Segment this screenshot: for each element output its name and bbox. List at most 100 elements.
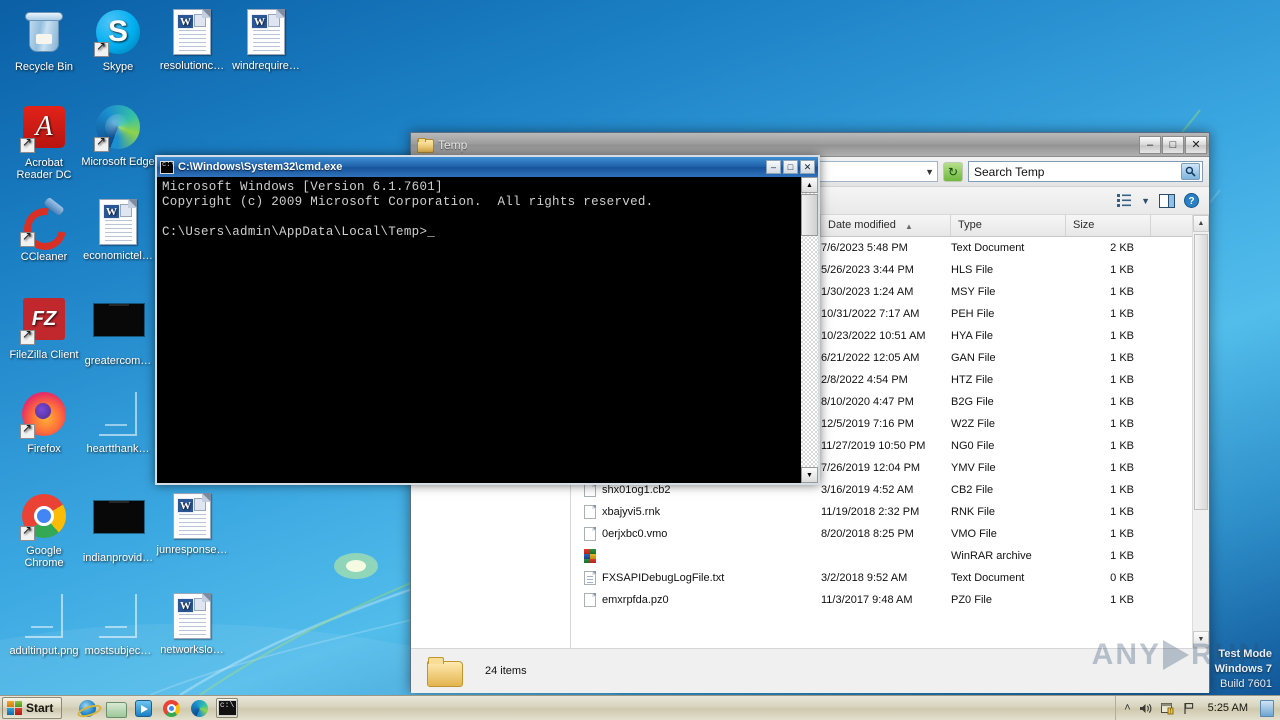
desktop-icon-economictel[interactable]: Weconomictel…: [80, 198, 156, 262]
desktop-icon-label: greatercom…: [84, 355, 152, 367]
png-icon: [94, 594, 142, 642]
desktop-icon-skype[interactable]: Skype: [80, 8, 156, 73]
address-dropdown-icon[interactable]: ▼: [925, 167, 934, 177]
desktop-icon-acrobat-reader-dc[interactable]: Acrobat Reader DC: [6, 103, 82, 181]
desktop-icon-adultinput-png[interactable]: adultinput.png: [6, 592, 82, 657]
search-placeholder: Search Temp: [974, 164, 1045, 179]
cmd-scrollbar[interactable]: ▲ ▼: [801, 177, 818, 483]
taskbar[interactable]: Start ˄ !: [0, 695, 1280, 720]
scroll-down-button[interactable]: ▼: [1193, 631, 1209, 648]
file-date-cell: 10/31/2022 7:17 AM: [821, 308, 920, 320]
preview-pane-icon[interactable]: [1159, 193, 1175, 208]
minimize-button[interactable]: –: [766, 160, 781, 174]
table-row[interactable]: WinRAR archive 1 KB: [571, 545, 1209, 567]
search-input[interactable]: Search Temp: [968, 161, 1203, 182]
table-row[interactable]: emxrpfda.pz0 11/3/2017 9:48 AM PZ0 File 1 K…: [571, 589, 1209, 611]
close-button[interactable]: ✕: [800, 160, 815, 174]
explorer-status-bar: 24 items: [411, 648, 1209, 693]
start-button[interactable]: Start: [2, 697, 63, 719]
desktop-icon-indianprovid[interactable]: indianprovid…: [80, 492, 156, 564]
table-row[interactable]: FXSAPIDebugLogFile.txt 3/2/2018 9:52 AM Te…: [571, 567, 1209, 589]
maximize-button[interactable]: □: [1162, 135, 1184, 154]
system-tray[interactable]: ˄ ! 5:25 AM: [1115, 695, 1280, 720]
sort-indicator-icon: ▲: [905, 222, 913, 231]
console-output[interactable]: Microsoft Windows [Version 6.1.7601] Cop…: [157, 177, 801, 483]
desktop-icon-windrequire[interactable]: Wwindrequire…: [228, 8, 304, 72]
file-type-cell: B2G File: [951, 396, 994, 408]
desktop-icon-ccleaner[interactable]: CCleaner: [6, 198, 82, 263]
file-name-cell[interactable]: FXSAPIDebugLogFile.txt: [571, 571, 821, 585]
file-date-cell: 8/10/2020 4:47 PM: [821, 396, 914, 408]
file-type-cell: CB2 File: [951, 484, 994, 496]
file-name-cell[interactable]: [571, 549, 821, 563]
file-name-cell[interactable]: xbajyvi5.rnk: [571, 505, 821, 519]
windows-media-player-icon[interactable]: [132, 698, 154, 718]
volume-icon[interactable]: [1139, 702, 1153, 715]
file-size-cell: 2 KB: [1110, 242, 1134, 254]
desktop-icon-firefox[interactable]: Firefox: [6, 390, 82, 455]
scrollbar-thumb[interactable]: [801, 194, 818, 236]
close-button[interactable]: ✕: [1185, 135, 1207, 154]
quick-launch-bar[interactable]: [76, 698, 239, 718]
png-icon: [94, 392, 142, 440]
explorer-window-controls[interactable]: – □ ✕: [1139, 135, 1207, 154]
file-name-cell[interactable]: emxrpfda.pz0: [571, 593, 821, 607]
internet-explorer-icon[interactable]: [76, 698, 98, 718]
google-chrome-icon[interactable]: [160, 698, 182, 718]
desktop-icon-recycle-bin[interactable]: Recycle Bin: [6, 8, 82, 73]
windows-explorer-icon[interactable]: [104, 698, 127, 718]
desktop-icon-greatercom[interactable]: greatercom…: [80, 295, 156, 367]
column-header-label: Size: [1073, 219, 1095, 231]
desktop-icon-junresponse[interactable]: Wjunresponse…: [154, 492, 230, 556]
scroll-up-button[interactable]: ▲: [1193, 215, 1209, 232]
maximize-button[interactable]: □: [783, 160, 798, 174]
command-prompt-taskbar-button[interactable]: [216, 698, 239, 718]
cmd-titlebar[interactable]: C:\Windows\System32\cmd.exe – □ ✕: [157, 157, 818, 177]
view-list-icon[interactable]: [1117, 194, 1132, 207]
scroll-up-button[interactable]: ▲: [801, 177, 818, 193]
file-date-cell: 3/16/2019 4:52 AM: [821, 484, 914, 496]
build-label: Build 7601: [1220, 678, 1272, 690]
help-icon[interactable]: ?: [1184, 193, 1199, 208]
action-center-icon[interactable]: !: [1160, 702, 1175, 715]
desktop-icon-heartthank[interactable]: heartthank…: [80, 390, 156, 455]
desktop-icon-label: Acrobat Reader DC: [16, 157, 72, 181]
windows-flag-icon: [7, 701, 22, 715]
scroll-down-button[interactable]: ▼: [801, 467, 818, 483]
desktop-icon-resolutionc[interactable]: Wresolutionc…: [154, 8, 230, 72]
command-prompt-window[interactable]: C:\Windows\System32\cmd.exe – □ ✕ Micros…: [155, 155, 820, 485]
clock[interactable]: 5:25 AM: [1204, 702, 1252, 714]
generic-file-icon: [584, 483, 596, 497]
file-name-cell[interactable]: shx01og1.cb2: [571, 483, 821, 497]
ccleaner-icon: [20, 200, 68, 248]
skype-icon: [94, 10, 142, 58]
search-icon[interactable]: [1181, 163, 1200, 180]
scrollbar-thumb[interactable]: [1194, 234, 1208, 510]
show-hidden-icons-button[interactable]: ˄: [1124, 702, 1130, 714]
refresh-button[interactable]: ↻: [943, 161, 963, 182]
desktop-icon-networkslo[interactable]: Wnetworkslo…: [154, 592, 230, 656]
show-desktop-button[interactable]: [1260, 699, 1274, 717]
word-icon: W: [168, 9, 216, 57]
table-row[interactable]: 0erjxbc0.vmo 8/20/2018 8:25 PM VMO File 1 K…: [571, 523, 1209, 545]
file-name-cell[interactable]: 0erjxbc0.vmo: [571, 527, 821, 541]
minimize-button[interactable]: –: [1139, 135, 1161, 154]
desktop-icon-mostsubjec[interactable]: mostsubjec…: [80, 592, 156, 657]
table-row[interactable]: xbajyvi5.rnk 11/19/2018 2:32 PM RNK File 1 …: [571, 501, 1209, 523]
cmd-window-controls[interactable]: – □ ✕: [766, 160, 817, 174]
desktop-icon-filezilla-client[interactable]: FileZilla Client: [6, 295, 82, 361]
view-dropdown-icon[interactable]: ▼: [1141, 196, 1150, 206]
column-header-size[interactable]: Size: [1066, 215, 1151, 236]
file-date-cell: 6/21/2022 12:05 AM: [821, 352, 920, 364]
network-icon[interactable]: [1183, 702, 1196, 715]
file-date-cell: 2/8/2022 4:54 PM: [821, 374, 908, 386]
file-list-scrollbar[interactable]: ▲ ▼: [1192, 215, 1209, 648]
acrobat-icon: [20, 106, 68, 154]
firefox-icon: [20, 392, 68, 440]
desktop-icon-microsoft-edge[interactable]: Microsoft Edge: [80, 103, 156, 168]
column-header-type[interactable]: Type: [951, 215, 1066, 236]
desktop-icon-google-chrome[interactable]: Google Chrome: [6, 492, 82, 569]
microsoft-edge-icon[interactable]: [188, 698, 210, 718]
column-header-date-modified[interactable]: Date modified ▲: [821, 215, 951, 236]
explorer-titlebar[interactable]: Temp – □ ✕: [411, 133, 1209, 157]
